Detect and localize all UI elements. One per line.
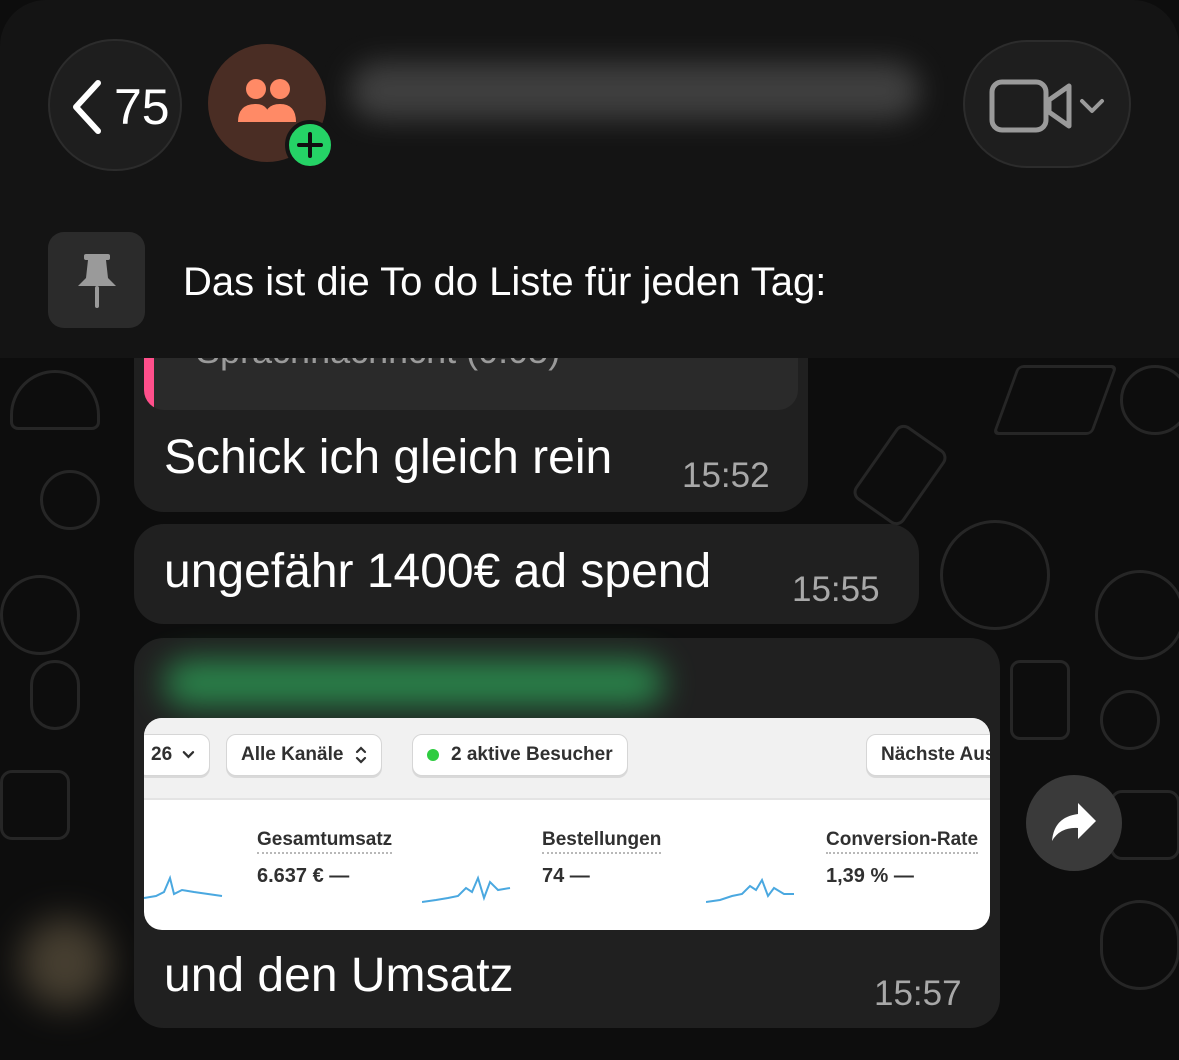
doodle-microphone: [30, 660, 80, 730]
video-camera-icon: [989, 79, 1072, 133]
metric-value: 1,39 % —: [826, 865, 914, 887]
chevron-left-icon: [73, 80, 101, 134]
message-text: ungefähr 1400€ ad spend: [164, 545, 712, 598]
pin-icon: [78, 254, 116, 308]
doodle-calculator: [0, 770, 70, 840]
sparkline-conversion: [706, 877, 794, 903]
doodle-circle: [40, 470, 100, 530]
next-button-label: Nächste Aus: [881, 744, 990, 765]
message-time: 15:55: [792, 570, 880, 609]
doodle-moon: [1100, 690, 1160, 750]
pinned-message-icon-box[interactable]: [48, 232, 145, 328]
redacted-sender-name: [164, 660, 664, 706]
add-member-badge[interactable]: [285, 120, 335, 170]
doodle-lock: [1010, 660, 1070, 740]
active-visitors-pill: 2 aktive Besucher: [412, 734, 628, 776]
date-filter-pill: 26: [144, 734, 210, 776]
chevron-down-icon: [1080, 99, 1104, 113]
next-button-pill: Nächste Aus: [866, 734, 990, 776]
forward-button[interactable]: [1026, 775, 1122, 871]
pinned-message-text[interactable]: Das ist die To do Liste für jeden Tag:: [183, 258, 826, 306]
channel-filter-pill: Alle Kanäle: [226, 734, 383, 776]
doodle-smiley: [0, 575, 80, 655]
doodle-paw: [1100, 900, 1179, 990]
sparkline-orders: [422, 875, 511, 903]
forward-icon: [1052, 803, 1096, 841]
screenshot-toolbar: 26 Alle Kanäle 2 aktive Besucher Nächste…: [144, 718, 990, 800]
active-visitors-label: 2 aktive Besucher: [451, 744, 613, 765]
metric-value: 6.637 € —: [257, 865, 350, 887]
chat-header: 75 Das ist die To do Liste für jeden Tag…: [0, 0, 1179, 358]
date-filter-label: 26: [151, 744, 173, 765]
doodle-watermelon: [10, 370, 100, 430]
sender-avatar-redacted[interactable]: [20, 918, 110, 1008]
message-time: 15:57: [874, 974, 962, 1013]
sort-arrows-icon: [356, 746, 367, 764]
message-text: und den Umsatz: [164, 949, 514, 1002]
live-dot-icon: [427, 749, 439, 761]
doodle-heart-eyes: [940, 520, 1050, 630]
back-button[interactable]: 75: [48, 39, 182, 171]
message-text: Schick ich gleich rein: [164, 431, 613, 484]
metric-label: Conversion-Rate: [826, 828, 979, 854]
unread-count: 75: [114, 79, 170, 135]
analytics-screenshot[interactable]: 26 Alle Kanäle 2 aktive Besucher Nächste…: [144, 718, 990, 930]
plus-icon: [297, 132, 323, 158]
doodle-melon-2: [1120, 365, 1179, 435]
doodle-pencil: [849, 420, 951, 530]
message-time: 15:52: [682, 456, 770, 495]
message-bubble[interactable]: ungefähr 1400€ ad spend 15:55: [134, 524, 919, 624]
group-name-redacted[interactable]: [350, 62, 920, 120]
metric-label: Bestellungen: [542, 828, 662, 854]
video-call-button[interactable]: [963, 40, 1131, 168]
metric-value: 74 —: [542, 865, 590, 887]
doodle-mountain: [992, 365, 1118, 435]
channel-filter-label: Alle Kanäle: [241, 744, 344, 765]
doodle-smiley-2: [1095, 570, 1179, 660]
metric-label: Gesamtumsatz: [257, 828, 393, 854]
chevron-down-icon: [182, 751, 195, 759]
message-bubble-with-image[interactable]: 26 Alle Kanäle 2 aktive Besucher Nächste…: [134, 638, 1000, 1028]
sparkline-revenue: [144, 874, 223, 899]
